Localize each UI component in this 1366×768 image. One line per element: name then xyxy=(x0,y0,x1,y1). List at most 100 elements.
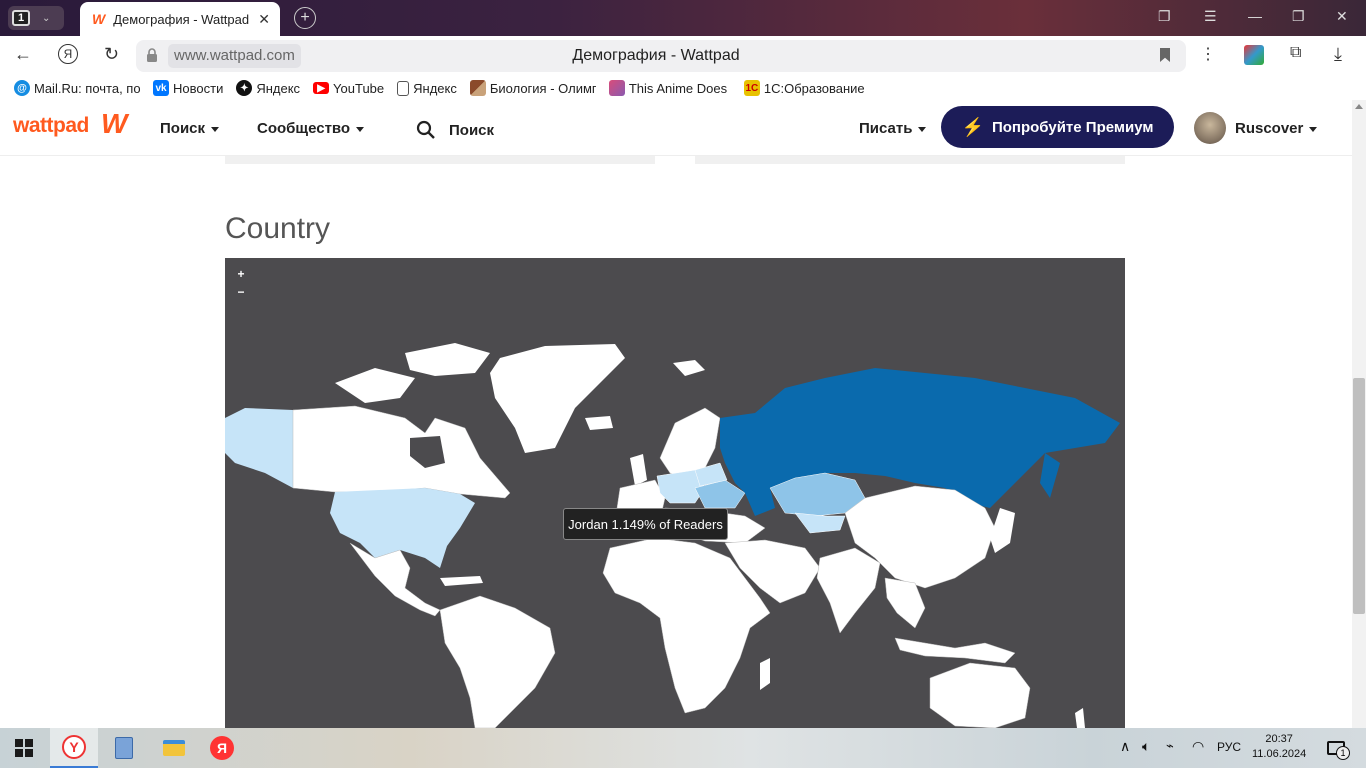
chevron-down-icon: ⌄ xyxy=(42,12,51,24)
tab-title: Демография - Wattpad xyxy=(113,11,250,27)
map-region-uk xyxy=(630,454,647,486)
map-region-caucasus xyxy=(745,488,775,516)
map-region-iceland xyxy=(585,416,613,430)
map-region-arctic-islands xyxy=(335,368,415,403)
bookmarks-panel-icon[interactable]: ⧉ xyxy=(1290,44,1301,62)
yandex-browser-taskbar-icon[interactable]: Y xyxy=(50,728,98,768)
wattpad-w-icon: W xyxy=(101,108,127,139)
lightning-icon: ⚡ xyxy=(961,116,984,137)
bookmark-label: This Anime Does N xyxy=(628,80,731,96)
browser-titlebar: 1 ⌄ W Демография - Wattpad ✕ + ❐ ☰ — ❐ ✕ xyxy=(0,0,1366,36)
browser-tab[interactable]: W Демография - Wattpad ✕ xyxy=(80,2,280,36)
menu-icon[interactable]: ☰ xyxy=(1204,8,1217,25)
collections-icon[interactable]: ❐ xyxy=(1158,8,1171,25)
search-box[interactable]: Поиск xyxy=(416,120,494,140)
map-region-india xyxy=(816,547,881,634)
tab-manager-button[interactable]: 1 ⌄ xyxy=(8,6,64,30)
bookmark-mailru[interactable]: @ Mail.Ru: почта, по xyxy=(14,80,140,96)
windows-start-icon[interactable] xyxy=(10,734,38,762)
previous-chart-card xyxy=(225,156,655,164)
scroll-thumb[interactable] xyxy=(1353,378,1365,614)
bookmark-label: 1С:Образование xyxy=(763,80,865,96)
calculator-taskbar-icon[interactable] xyxy=(110,734,138,762)
map-region-kamchatka xyxy=(1040,453,1060,498)
vk-icon: vk xyxy=(153,80,169,96)
biology-icon xyxy=(469,80,486,96)
power-icon[interactable]: ⌁ xyxy=(1166,738,1174,754)
download-icon[interactable]: ⤓ xyxy=(1334,44,1342,65)
bookmark-1c[interactable]: 1С 1С:Образование xyxy=(743,80,865,96)
nav-search-label: Поиск xyxy=(160,120,206,137)
restore-icon[interactable]: ❐ xyxy=(1292,8,1305,25)
page-scrollbar[interactable] xyxy=(1352,100,1366,728)
nav-community-menu[interactable]: Сообщество xyxy=(257,120,365,137)
bookmark-label: YouTube xyxy=(333,80,385,96)
bookmark-news[interactable]: vk Новости xyxy=(153,80,223,96)
more-vertical-icon[interactable]: ⋮ xyxy=(1200,44,1216,64)
bookmark-anime[interactable]: This Anime Does N xyxy=(608,80,731,96)
caret-down-icon xyxy=(356,126,365,132)
map-region-greenland xyxy=(490,344,625,453)
map-region-madagascar xyxy=(760,658,770,690)
yandex-star-icon: ✦ xyxy=(236,80,253,96)
yandex-taskbar-icon[interactable]: Я xyxy=(208,734,236,762)
bookmark-yandex[interactable]: ✦ Яндекс xyxy=(236,80,300,96)
tray-expand-icon[interactable]: ∧ xyxy=(1120,738,1130,755)
write-menu[interactable]: Писать xyxy=(859,120,927,137)
map-svg xyxy=(225,343,1120,728)
search-label: Поиск xyxy=(449,121,495,139)
extension-icon[interactable] xyxy=(1244,45,1264,65)
nav-community-label: Сообщество xyxy=(257,120,351,137)
map-region-new-zealand xyxy=(1075,708,1085,728)
omnibox[interactable]: www.wattpad.com Демография - Wattpad xyxy=(136,40,1186,72)
minimize-icon[interactable]: — xyxy=(1248,8,1262,24)
close-tab-icon[interactable]: ✕ xyxy=(258,11,270,28)
youtube-icon: ▶ xyxy=(313,82,330,94)
bookmark-biology[interactable]: Биология - Олимп xyxy=(469,80,596,96)
bookmark-youtube[interactable]: ▶ YouTube xyxy=(313,81,384,96)
language-indicator[interactable]: РУС xyxy=(1217,740,1241,754)
map-region-canada xyxy=(292,405,511,499)
1c-icon: 1С xyxy=(743,80,760,96)
bookmark-label: Mail.Ru: почта, по xyxy=(34,80,140,96)
caret-down-icon xyxy=(211,126,220,132)
nav-search-menu[interactable]: Поиск xyxy=(160,120,220,137)
bookmark-label: Новости xyxy=(173,80,224,96)
write-label: Писать xyxy=(859,120,913,137)
wattpad-favicon-icon: W xyxy=(92,11,106,27)
premium-label: Попробуйте Премиум xyxy=(991,118,1154,136)
page-title: Демография - Wattpad xyxy=(572,47,740,64)
scroll-up-icon[interactable] xyxy=(1355,104,1363,109)
file-explorer-icon[interactable] xyxy=(160,734,188,762)
map-region-alaska xyxy=(225,408,293,488)
bookmark-label: Биология - Олимп xyxy=(489,80,596,96)
previous-chart-card xyxy=(695,156,1125,164)
yandex-logo-icon[interactable]: Я xyxy=(58,44,78,64)
logo-text: wattpad xyxy=(13,114,89,137)
bookmarks-bar: @ Mail.Ru: почта, по vk Новости ✦ Яндекс… xyxy=(0,76,1366,100)
anime-icon xyxy=(608,80,625,96)
map-region-central-asia xyxy=(794,512,846,534)
map-region-caribbean xyxy=(440,576,483,586)
notifications-icon[interactable]: 1 xyxy=(1322,734,1350,762)
world-map[interactable]: + − xyxy=(225,258,1125,728)
back-arrow-icon[interactable]: ← xyxy=(14,44,32,65)
notification-count: 1 xyxy=(1336,746,1350,760)
map-region-japan xyxy=(990,508,1015,553)
page-icon xyxy=(397,80,410,96)
map-region-south-america xyxy=(439,595,556,728)
clock[interactable]: 20:37 11.06.2024 xyxy=(1252,732,1306,762)
bookmark-yandex-page[interactable]: Яндекс xyxy=(397,80,457,96)
volume-icon[interactable]: 🔈︎ xyxy=(1142,738,1150,755)
mailru-icon: @ xyxy=(14,80,30,96)
wattpad-logo[interactable]: wattpad W xyxy=(13,108,127,139)
close-window-icon[interactable]: ✕ xyxy=(1336,8,1348,25)
network-icon[interactable]: ◠ xyxy=(1192,738,1204,755)
search-icon xyxy=(416,120,435,139)
new-tab-button[interactable]: + xyxy=(294,7,316,29)
windows-taskbar: Y Я ∧ 🔈︎ ⌁ ◠ РУС 20:37 11.06.2024 1 xyxy=(0,728,1366,768)
reload-icon[interactable]: ↻ xyxy=(104,44,119,65)
user-menu[interactable]: Ruscover xyxy=(1235,120,1318,137)
avatar[interactable] xyxy=(1194,112,1226,144)
try-premium-button[interactable]: ⚡ Попробуйте Премиум xyxy=(941,106,1174,148)
